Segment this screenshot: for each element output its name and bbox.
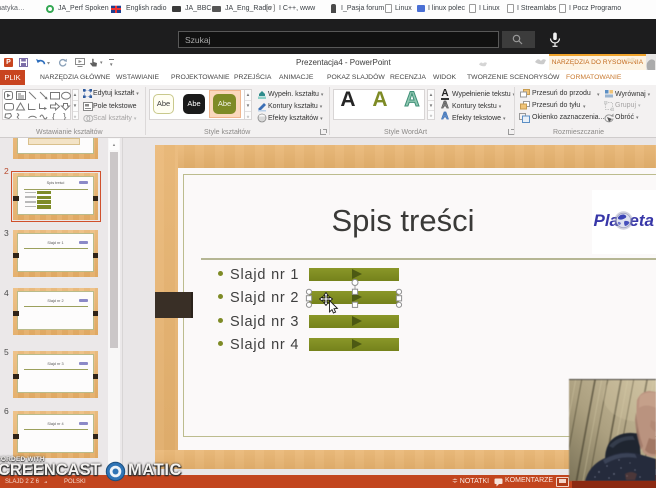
svg-text:{: { bbox=[52, 112, 56, 120]
svg-text:}: } bbox=[63, 112, 67, 120]
